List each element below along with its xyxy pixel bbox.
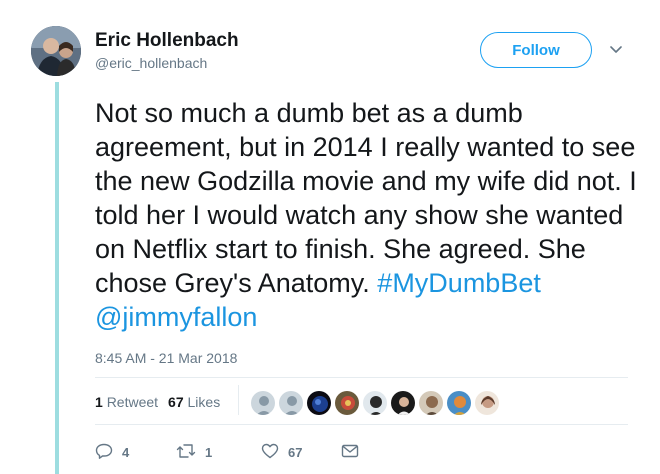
liker-avatar[interactable] [418, 390, 444, 416]
retweet-icon [176, 443, 196, 462]
retweet-stat[interactable]: 1 Retweet [95, 394, 158, 410]
retweet-count: 1 [205, 445, 213, 460]
liker-avatar[interactable] [390, 390, 416, 416]
author-handle[interactable]: @eric_hollenbach [95, 55, 207, 71]
liker-avatar[interactable] [446, 390, 472, 416]
hashtag-link[interactable]: #MyDumbBet [377, 268, 541, 298]
retweet-button[interactable]: 1 [176, 443, 261, 462]
like-count: 67 [288, 445, 303, 460]
chevron-down-icon[interactable] [608, 42, 624, 58]
tweet-body: Not so much a dumb bet as a dumb agreeme… [95, 98, 637, 298]
likes-stat-count: 67 [168, 394, 184, 410]
reply-icon [95, 443, 113, 462]
tweet-timestamp[interactable]: 8:45 AM - 21 Mar 2018 [95, 350, 237, 366]
tweet-stats: 1 Retweet 67 Likes [95, 394, 220, 410]
tweet-actions: 4 1 67 [95, 443, 359, 462]
divider-bottom [95, 424, 628, 425]
likes-stat[interactable]: 67 Likes [168, 394, 220, 410]
divider-top [95, 377, 628, 378]
reply-count: 4 [122, 445, 130, 460]
tweet-text: Not so much a dumb bet as a dumb agreeme… [95, 96, 640, 334]
retweet-stat-label: Retweet [106, 394, 159, 410]
reply-button[interactable]: 4 [95, 443, 176, 462]
liker-avatar[interactable] [278, 390, 304, 416]
liker-avatar[interactable] [362, 390, 388, 416]
follow-button[interactable]: Follow [480, 32, 592, 68]
heart-icon [261, 443, 279, 462]
retweet-stat-count: 1 [95, 394, 103, 410]
stats-separator [238, 385, 239, 415]
liker-avatar[interactable] [334, 390, 360, 416]
like-button[interactable]: 67 [261, 443, 341, 462]
avatar-photo [31, 26, 81, 76]
mention-link[interactable]: @jimmyfallon [95, 302, 257, 332]
liker-avatar[interactable] [306, 390, 332, 416]
envelope-icon [341, 444, 359, 461]
thread-line [55, 82, 59, 474]
liker-avatars [250, 390, 500, 416]
liker-avatar[interactable] [250, 390, 276, 416]
message-button[interactable] [341, 444, 359, 461]
author-name[interactable]: Eric Hollenbach [95, 30, 239, 52]
avatar[interactable] [31, 26, 81, 76]
liker-avatar[interactable] [474, 390, 500, 416]
likes-stat-label: Likes [187, 394, 221, 410]
